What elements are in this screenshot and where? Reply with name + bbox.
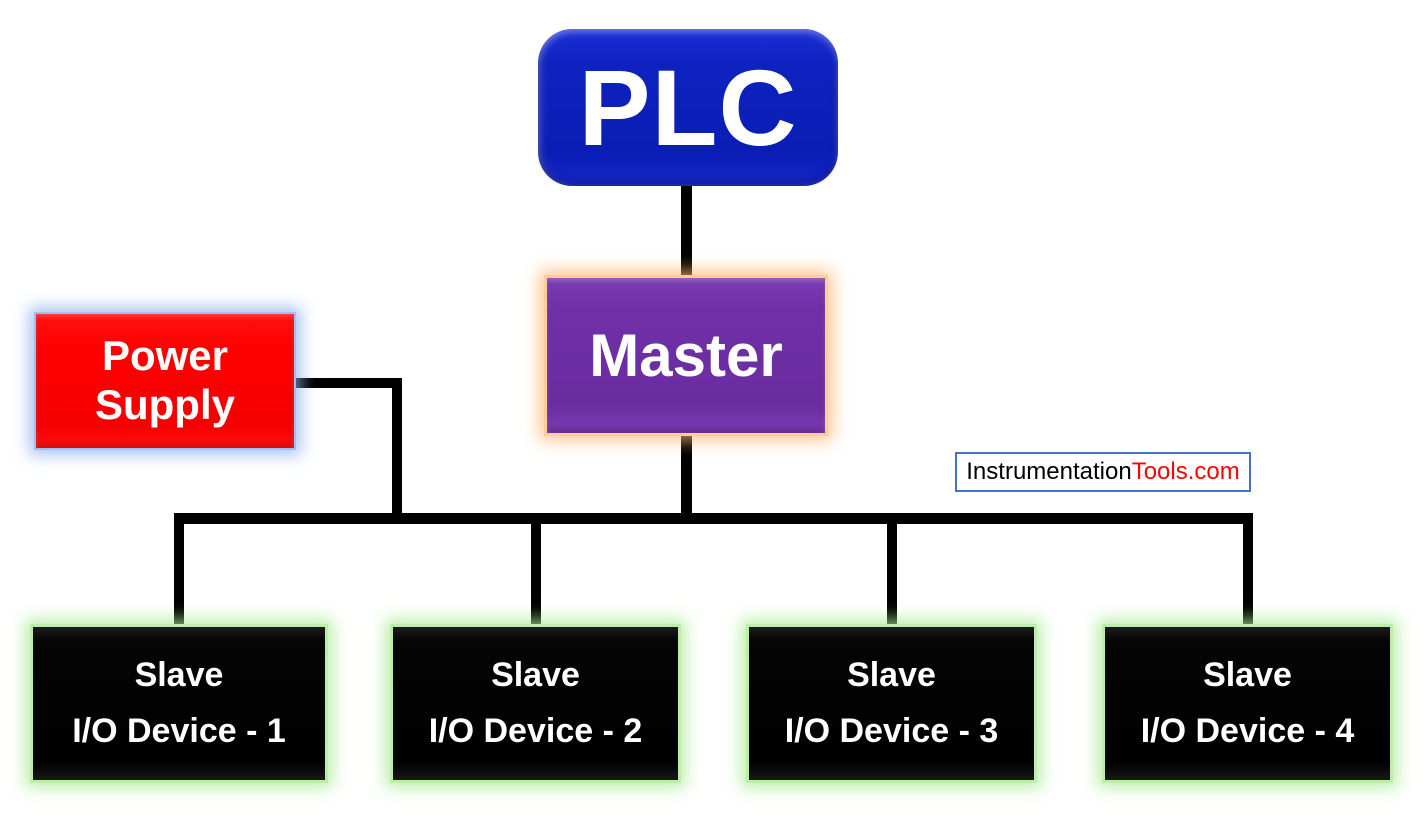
node-plc-label: PLC xyxy=(578,46,798,168)
watermark-text-black: Instrumentation xyxy=(966,458,1132,485)
node-master[interactable]: Master xyxy=(547,278,825,433)
wire-drop-slave-2 xyxy=(531,513,541,633)
node-master-label: Master xyxy=(589,321,783,389)
node-slave-3[interactable]: Slave I/O Device - 3 xyxy=(749,627,1034,780)
node-slave-1-label-line1: Slave xyxy=(134,656,224,695)
wire-drop-slave-3 xyxy=(887,513,897,633)
node-slave-1-label-line2: I/O Device - 1 xyxy=(72,711,286,750)
wire-power-vertical xyxy=(392,378,402,522)
node-slave-4-label-line1: Slave xyxy=(1203,656,1292,695)
node-power-supply-label-line2: Supply xyxy=(94,381,235,428)
diagram-canvas: PLC Master Power Supply Slave I/O Device… xyxy=(0,0,1426,819)
node-slave-2-label-line2: I/O Device - 2 xyxy=(428,711,643,750)
node-slave-4-label-line2: I/O Device - 4 xyxy=(1140,711,1355,750)
wire-plc-to-master xyxy=(681,182,692,282)
wire-master-to-bus xyxy=(681,430,692,522)
node-slave-3-label-line1: Slave xyxy=(847,656,936,695)
node-slave-2[interactable]: Slave I/O Device - 2 xyxy=(393,627,678,780)
node-plc[interactable]: PLC xyxy=(538,29,838,186)
node-slave-3-label-line2: I/O Device - 3 xyxy=(784,711,999,750)
node-power-supply-label-line1: Power xyxy=(101,332,229,380)
node-slave-4[interactable]: Slave I/O Device - 4 xyxy=(1105,627,1390,780)
node-power-supply[interactable]: Power Supply xyxy=(36,314,294,448)
node-slave-2-label-line1: Slave xyxy=(491,656,580,695)
node-slave-1[interactable]: Slave I/O Device - 1 xyxy=(33,627,325,780)
wire-drop-slave-1 xyxy=(174,513,184,633)
wire-power-horizontal xyxy=(291,378,402,388)
wire-drop-slave-4 xyxy=(1243,513,1253,633)
watermark-text-red: Tools.com xyxy=(1131,458,1240,485)
wire-main-bus xyxy=(174,513,1253,524)
watermark: Instrumentation Tools.com xyxy=(955,452,1251,492)
